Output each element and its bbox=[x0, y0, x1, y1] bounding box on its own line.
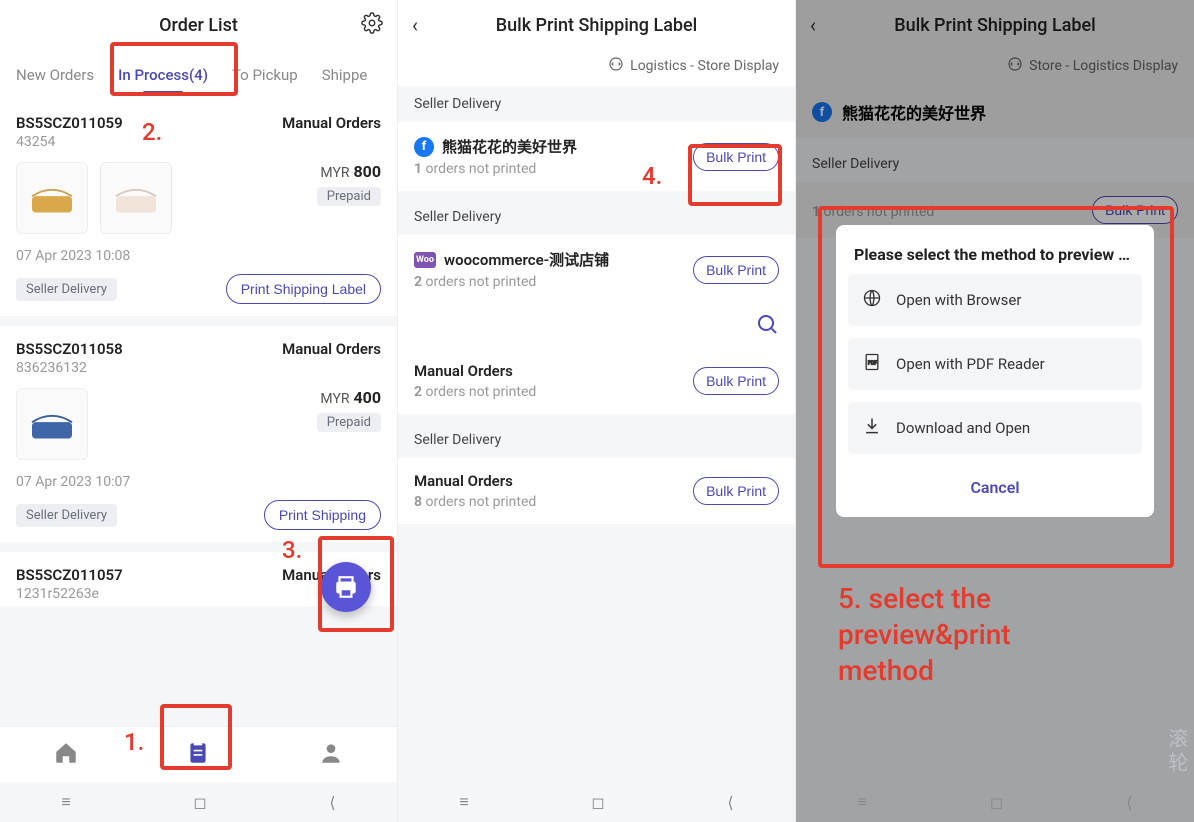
shop-name: Manual Orders bbox=[414, 472, 513, 490]
delivery-chip: Seller Delivery bbox=[16, 504, 117, 527]
tab-in-process[interactable]: In Process(4) bbox=[106, 66, 220, 84]
shop-name: Manual Orders bbox=[414, 362, 513, 380]
amount: 400 bbox=[353, 388, 381, 407]
product-thumb bbox=[16, 162, 88, 234]
delivery-chip: Seller Delivery bbox=[16, 278, 117, 301]
product-thumb bbox=[100, 162, 172, 234]
section-heading: Seller Delivery bbox=[398, 422, 795, 458]
profile-icon[interactable] bbox=[318, 740, 344, 770]
shop-row: Woowoocommerce-测试店铺 2 orders not printed… bbox=[398, 235, 795, 304]
swap-icon[interactable] bbox=[608, 56, 624, 76]
woocommerce-icon: Woo bbox=[414, 252, 436, 268]
home-button-icon[interactable]: ◻ bbox=[591, 793, 604, 812]
amount: 800 bbox=[353, 162, 381, 181]
back-icon[interactable]: ‹ bbox=[412, 13, 418, 37]
order-ref: 43254 bbox=[16, 134, 381, 150]
bulk-print-button[interactable]: Bulk Print bbox=[693, 256, 779, 284]
order-type: Manual Orders bbox=[282, 340, 381, 358]
bulk-print-button[interactable]: Bulk Print bbox=[693, 367, 779, 395]
recent-apps-icon[interactable]: ≡ bbox=[858, 792, 867, 812]
order-id: BS5SCZ011057 bbox=[16, 566, 123, 584]
order-card[interactable]: BS5SCZ011058 Manual Orders 836236132 MYR… bbox=[0, 326, 397, 542]
bulk-print-fab[interactable] bbox=[321, 562, 371, 612]
appbar: Order List bbox=[0, 0, 397, 50]
shop-row: Manual Orders 8 orders not printed Bulk … bbox=[398, 458, 795, 524]
tab-new-orders[interactable]: New Orders bbox=[4, 66, 106, 84]
home-icon[interactable] bbox=[53, 740, 79, 770]
gear-icon[interactable] bbox=[361, 12, 383, 38]
order-time: 07 Apr 2023 10:08 bbox=[16, 248, 381, 264]
option-download-open[interactable]: Download and Open bbox=[848, 402, 1142, 454]
order-id: BS5SCZ011059 bbox=[16, 114, 123, 132]
back-button-icon[interactable]: ⟨ bbox=[727, 793, 733, 812]
order-type: Manual Orders bbox=[282, 114, 381, 132]
shop-name: 熊猫花花的美好世界 bbox=[442, 136, 577, 157]
status-badge: Prepaid bbox=[317, 413, 381, 432]
screen-bulk-print-dialog: ‹ Bulk Print Shipping Label Store - Logi… bbox=[796, 0, 1194, 822]
section-heading: Seller Delivery bbox=[398, 86, 795, 122]
orders-icon[interactable] bbox=[185, 740, 211, 770]
android-navbar: ≡ ◻ ⟨ bbox=[0, 782, 397, 822]
appbar: ‹ Bulk Print Shipping Label bbox=[398, 0, 795, 50]
facebook-icon: f bbox=[414, 137, 434, 157]
dialog-title: Please select the method to preview & … bbox=[848, 241, 1142, 274]
android-navbar: ≡ ◻ ⟨ bbox=[398, 782, 795, 822]
back-button-icon[interactable]: ⟨ bbox=[329, 793, 335, 812]
option-open-pdf[interactable]: PDF Open with PDF Reader bbox=[848, 338, 1142, 390]
currency: MYR bbox=[320, 165, 349, 181]
home-button-icon[interactable]: ◻ bbox=[990, 793, 1003, 812]
watermark: 滚轮 bbox=[1163, 728, 1192, 776]
shop-row: Manual Orders 2 orders not printed Bulk … bbox=[398, 348, 795, 414]
download-icon bbox=[862, 416, 882, 440]
svg-text:PDF: PDF bbox=[868, 361, 877, 367]
preview-method-dialog: Please select the method to preview & … … bbox=[836, 225, 1154, 517]
home-button-icon[interactable]: ◻ bbox=[193, 793, 206, 812]
pdf-icon: PDF bbox=[862, 352, 882, 376]
shop-name: woocommerce-测试店铺 bbox=[444, 249, 609, 270]
order-ref: 836236132 bbox=[16, 360, 381, 376]
page-title: Bulk Print Shipping Label bbox=[496, 15, 698, 36]
tab-to-pickup[interactable]: To Pickup bbox=[220, 66, 310, 84]
display-toggle[interactable]: Logistics - Store Display bbox=[630, 58, 779, 74]
order-tabs: New Orders In Process(4) To Pickup Shipp… bbox=[0, 50, 397, 100]
screen-bulk-print: ‹ Bulk Print Shipping Label Logistics - … bbox=[398, 0, 796, 822]
bulk-print-button[interactable]: Bulk Print bbox=[693, 143, 779, 171]
bottom-nav bbox=[0, 726, 397, 782]
print-shipping-label-button[interactable]: Print Shipping Label bbox=[226, 274, 381, 304]
screen-order-list: Order List New Orders In Process(4) To P… bbox=[0, 0, 398, 822]
recent-apps-icon[interactable]: ≡ bbox=[459, 792, 468, 812]
order-card[interactable]: BS5SCZ011059 Manual Orders 43254 MYR 800… bbox=[0, 100, 397, 316]
search-icon[interactable] bbox=[755, 312, 779, 340]
bulk-print-button[interactable]: Bulk Print bbox=[693, 477, 779, 505]
page-title: Order List bbox=[159, 15, 238, 36]
print-shipping-label-button[interactable]: Print Shipping bbox=[264, 500, 381, 530]
recent-apps-icon[interactable]: ≡ bbox=[61, 792, 70, 812]
status-badge: Prepaid bbox=[317, 187, 381, 206]
tab-shipped[interactable]: Shippe bbox=[310, 66, 380, 84]
globe-icon bbox=[862, 288, 882, 312]
order-id: BS5SCZ011058 bbox=[16, 340, 123, 358]
order-time: 07 Apr 2023 10:07 bbox=[16, 474, 381, 490]
cancel-button[interactable]: Cancel bbox=[848, 466, 1142, 501]
product-thumb bbox=[16, 388, 88, 460]
shop-row: f熊猫花花的美好世界 1 orders not printed Bulk Pri… bbox=[398, 122, 795, 191]
option-open-browser[interactable]: Open with Browser bbox=[848, 274, 1142, 326]
currency: MYR bbox=[320, 391, 349, 407]
section-heading: Seller Delivery bbox=[398, 199, 795, 235]
android-navbar: ≡ ◻ ⟨ bbox=[796, 782, 1194, 822]
back-button-icon[interactable]: ⟨ bbox=[1126, 793, 1132, 812]
